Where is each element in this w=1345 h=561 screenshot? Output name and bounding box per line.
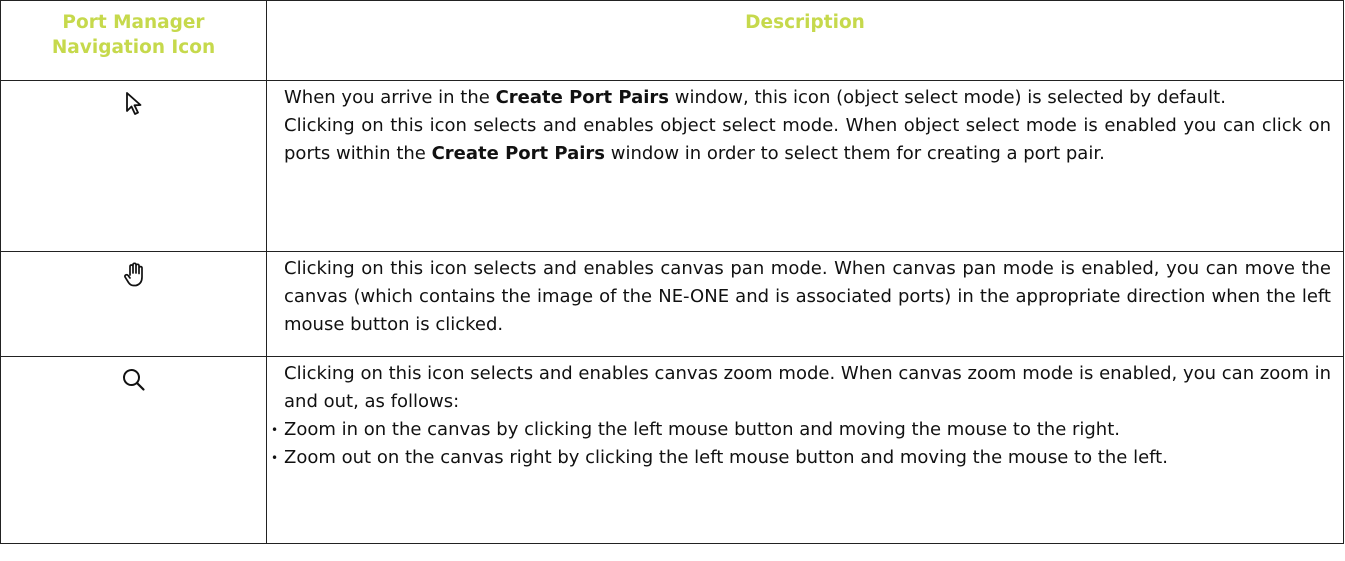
header-icon-column: Port Manager Navigation Icon [0,0,267,81]
description-paragraph: Clicking on this icon selects and enable… [284,258,1331,335]
description-cell: Clicking on this icon selects and enable… [266,251,1344,357]
table-header-row: Port Manager Navigation Icon Description [0,0,1344,81]
navigation-icon-table: Port Manager Navigation Icon Description… [0,0,1344,544]
description-paragraph: Clicking on this icon selects and enable… [284,363,1331,412]
description-paragraph: Clicking on this icon selects and enable… [284,115,1331,164]
magnifier-zoom-icon [121,367,147,397]
description-paragraph: When you arrive in the Create Port Pairs… [284,87,1226,108]
description-cell: Clicking on this icon selects and enable… [266,356,1344,544]
hand-pan-icon [122,262,146,292]
icon-cell [0,80,267,252]
table-row: When you arrive in the Create Port Pairs… [0,80,1344,252]
bullet-item: Zoom in on the canvas by clicking the le… [271,416,1331,444]
pointer-arrow-icon [123,91,145,121]
window-name-bold: Create Port Pairs [431,143,606,164]
header-description-column: Description [266,0,1344,81]
table-row: Clicking on this icon selects and enable… [0,251,1344,357]
icon-cell [0,356,267,544]
description-cell: When you arrive in the Create Port Pairs… [266,80,1344,252]
table-row: Clicking on this icon selects and enable… [0,356,1344,544]
bullet-item: Zoom out on the canvas right by clicking… [271,444,1331,472]
window-name-bold: Create Port Pairs [495,87,670,108]
icon-cell [0,251,267,357]
